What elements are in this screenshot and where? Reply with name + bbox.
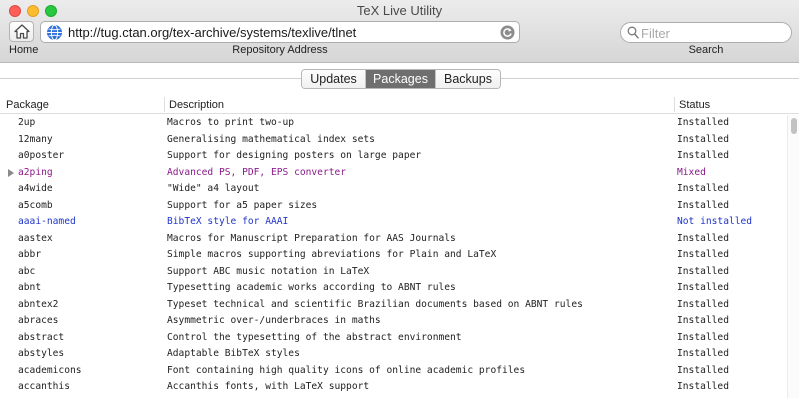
package-name-cell: 12many: [18, 133, 53, 145]
home-button[interactable]: [9, 21, 34, 42]
package-name-cell: abstract: [18, 331, 65, 343]
status-cell: Not installed: [677, 216, 753, 227]
package-name-cell: a4wide: [18, 183, 53, 194]
package-name-cell: academicons: [18, 364, 82, 376]
status-cell: Installed: [677, 232, 729, 244]
description-cell: "Wide" a4 layout: [167, 183, 260, 194]
search-field[interactable]: [620, 22, 792, 43]
package-name-cell: aastex: [18, 232, 53, 244]
table-row[interactable]: a2ping Advanced PS, PDF, EPS converter Mix…: [0, 165, 787, 182]
description-cell: BibTeX style for AAAI: [167, 216, 289, 227]
table-row[interactable]: abraces Asymmetric over-/underbraces in m…: [0, 313, 787, 330]
package-name-cell: abc: [18, 265, 36, 277]
table-row[interactable]: abc Support ABC music notation in LaTeX In…: [0, 264, 787, 281]
description-cell: Support for designing posters on large p…: [167, 150, 422, 161]
reload-icon[interactable]: [500, 25, 515, 40]
search-label: Search: [688, 44, 724, 56]
status-cell: Installed: [677, 249, 729, 260]
description-cell: Support for a5 paper sizes: [167, 199, 318, 211]
description-cell: Control the typesetting of the abstract …: [167, 331, 462, 343]
disclosure-triangle-icon[interactable]: [8, 168, 14, 177]
status-cell: Mixed: [677, 166, 706, 178]
table-row[interactable]: 12many Generalising mathematical index se…: [0, 132, 787, 149]
status-cell: Installed: [677, 133, 729, 145]
status-cell: Installed: [677, 150, 729, 161]
tab-bar: Updates Packages Backups: [0, 64, 799, 94]
table-row[interactable]: abstyles Adaptable BibTeX styles Installed: [0, 346, 787, 363]
package-table: 2up Macros to print two-up Installed 12many…: [0, 115, 787, 398]
main-window: TeX Live Utility Home Repository Address: [0, 0, 799, 398]
description-cell: Macros to print two-up: [167, 117, 295, 128]
description-cell: Generalising mathematical index sets: [167, 133, 375, 145]
status-cell: Installed: [677, 117, 729, 128]
home-icon: [14, 24, 30, 39]
view-segmented-control: Updates Packages Backups: [301, 69, 501, 89]
description-cell: Typeset technical and scientific Brazili…: [167, 298, 583, 310]
globe-icon: [47, 24, 62, 41]
package-name-cell: abraces: [18, 315, 59, 326]
column-header-status[interactable]: Status: [679, 99, 710, 111]
description-cell: Simple macros supporting abreviations fo…: [167, 249, 497, 260]
address-bar[interactable]: [40, 21, 520, 43]
status-cell: Installed: [677, 331, 729, 343]
search-icon: [627, 26, 639, 39]
description-cell: Typesetting academic works according to …: [167, 282, 456, 293]
package-name-cell: a2ping: [18, 166, 53, 178]
status-cell: Installed: [677, 199, 729, 211]
status-cell: Installed: [677, 183, 729, 194]
filter-input[interactable]: [641, 25, 786, 41]
table-row[interactable]: a4wide "Wide" a4 layout Installed: [0, 181, 787, 198]
table-row[interactable]: accanthis Accanthis fonts, with LaTeX sup…: [0, 379, 787, 396]
package-name-cell: 2up: [18, 117, 36, 128]
package-name-cell: a0poster: [18, 150, 65, 161]
status-cell: Installed: [677, 282, 729, 293]
table-row[interactable]: abbr Simple macros supporting abreviation…: [0, 247, 787, 264]
package-name-cell: accanthis: [18, 381, 70, 392]
package-name-cell: abntex2: [18, 298, 59, 310]
status-cell: Installed: [677, 381, 729, 392]
home-label: Home: [9, 44, 39, 56]
repository-address-label: Repository Address: [232, 44, 328, 56]
window-title: TeX Live Utility: [356, 3, 443, 18]
table-row[interactable]: academicons Font containing high quality …: [0, 363, 787, 380]
table-row[interactable]: abntex2 Typeset technical and scientific …: [0, 297, 787, 314]
column-header-package[interactable]: Package: [6, 99, 49, 111]
status-cell: Installed: [677, 298, 729, 310]
status-cell: Installed: [677, 348, 729, 359]
description-cell: Advanced PS, PDF, EPS converter: [167, 166, 347, 178]
table-row[interactable]: a0poster Support for designing posters on…: [0, 148, 787, 165]
package-name-cell: aaai-named: [18, 216, 76, 227]
repository-address-input[interactable]: [68, 24, 488, 41]
column-header-description[interactable]: Description: [169, 99, 224, 111]
table-row[interactable]: abnt Typesetting academic works according…: [0, 280, 787, 297]
tab-packages[interactable]: Packages: [366, 70, 436, 88]
tab-backups[interactable]: Backups: [436, 70, 500, 88]
vertical-scrollbar[interactable]: [787, 115, 799, 398]
package-name-cell: abbr: [18, 249, 42, 260]
table-header: Package Description Status: [0, 95, 799, 114]
package-name-cell: abstyles: [18, 348, 65, 359]
column-divider[interactable]: [164, 97, 165, 112]
description-cell: Accanthis fonts, with LaTeX support: [167, 381, 370, 392]
package-name-cell: abnt: [18, 282, 42, 293]
status-cell: Installed: [677, 364, 729, 376]
table-row[interactable]: a5comb Support for a5 paper sizes Installe…: [0, 198, 787, 215]
status-cell: Installed: [677, 265, 729, 277]
table-row[interactable]: abstract Control the typesetting of the a…: [0, 330, 787, 347]
table-row[interactable]: aaai-named BibTeX style for AAAI Not insta…: [0, 214, 787, 231]
status-cell: Installed: [677, 315, 729, 326]
tab-updates[interactable]: Updates: [302, 70, 366, 88]
description-cell: Support ABC music notation in LaTeX: [167, 265, 370, 277]
description-cell: Asymmetric over-/underbraces in maths: [167, 315, 381, 326]
table-row[interactable]: 2up Macros to print two-up Installed: [0, 115, 787, 132]
table-row[interactable]: aastex Macros for Manuscript Preparation …: [0, 231, 787, 248]
package-name-cell: a5comb: [18, 199, 53, 211]
column-divider[interactable]: [674, 97, 675, 112]
description-cell: Macros for Manuscript Preparation for AA…: [167, 232, 456, 244]
description-cell: Adaptable BibTeX styles: [167, 348, 300, 359]
scroll-thumb[interactable]: [791, 118, 797, 134]
toolbar: TeX Live Utility Home Repository Address: [0, 0, 799, 63]
description-cell: Font containing high quality icons of on…: [167, 364, 526, 376]
